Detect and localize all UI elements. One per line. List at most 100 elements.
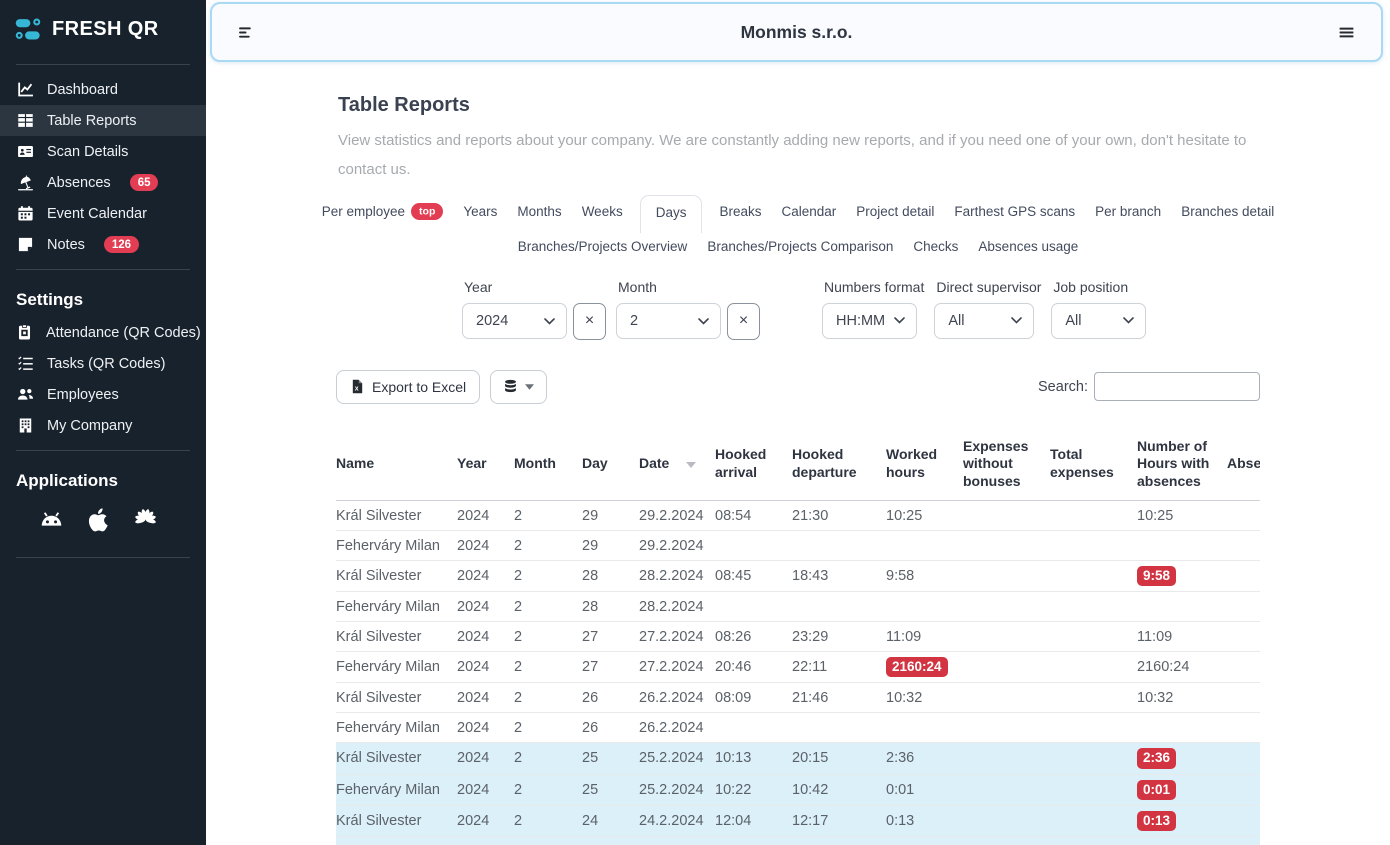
sidebar-item-label: Absences — [47, 175, 111, 191]
clear-filter-button[interactable]: × — [727, 303, 760, 340]
settings-heading: Settings — [0, 279, 206, 317]
column-header-absences[interactable]: Absences — [1227, 428, 1260, 501]
building-icon — [16, 417, 34, 434]
divider — [16, 269, 190, 270]
table-cell: 12:17 — [792, 805, 886, 836]
column-header-name[interactable]: Name — [336, 428, 457, 501]
export-to-excel-button[interactable]: x Export to Excel — [336, 370, 480, 404]
table-row: Král Silvester202422626.2.202408:0921:46… — [336, 683, 1260, 713]
table-cell — [639, 836, 715, 845]
table-cell: 2024 — [457, 501, 514, 531]
sidebar-item-dashboard[interactable]: Dashboard — [0, 74, 206, 105]
column-header-expenses-without-bonuses[interactable]: Expenses without bonuses — [963, 428, 1050, 501]
column-header-date[interactable]: Date — [639, 428, 715, 501]
sidebar-item-table-reports[interactable]: Table Reports — [0, 105, 206, 136]
tab-days[interactable]: Days — [640, 195, 703, 233]
table-cell: 25 — [582, 774, 639, 805]
table-cell: 0:13 — [886, 805, 963, 836]
table-cell — [963, 592, 1050, 622]
table-cell — [1050, 774, 1137, 805]
sidebar-item-scan-details[interactable]: Scan Details — [0, 136, 206, 167]
table-cell — [514, 836, 582, 845]
table-cell — [1227, 501, 1260, 531]
table-cell — [792, 531, 886, 561]
table-cell — [336, 836, 457, 845]
sidebar-item-tasks-qr-codes[interactable]: Tasks (QR Codes) — [0, 348, 206, 379]
applications-heading: Applications — [0, 460, 206, 498]
sidebar-item-event-calendar[interactable]: Event Calendar — [0, 198, 206, 229]
tabs-row1: Per employeetopYearsMonthsWeeksDaysBreak… — [336, 195, 1260, 228]
filter-select-numbers-format[interactable]: HH:MM — [822, 303, 917, 339]
tab-weeks[interactable]: Weeks — [579, 196, 626, 227]
filter-select-job-position[interactable]: All — [1051, 303, 1146, 339]
table-cell — [1050, 652, 1137, 683]
sidebar-item-notes[interactable]: Notes 126 — [0, 229, 206, 260]
tab-farthest-gps-scans[interactable]: Farthest GPS scans — [951, 196, 1078, 227]
table-row: Feherváry Milan202422727.2.202420:4622:1… — [336, 652, 1260, 683]
tab-checks[interactable]: Checks — [910, 231, 961, 262]
sidebar-item-absences[interactable]: Absences 65 — [0, 167, 206, 198]
table-cell: 24 — [582, 805, 639, 836]
select-value: 2 — [630, 313, 638, 329]
sidebar-item-attendance-qr-codes[interactable]: Attendance (QR Codes) — [0, 317, 206, 348]
tab-per-employee[interactable]: Per employeetop — [319, 196, 447, 227]
tab-branches-projects-overview[interactable]: Branches/Projects Overview — [515, 231, 691, 262]
select-value: All — [948, 313, 964, 329]
chevron-down-icon — [1123, 317, 1134, 324]
column-header-hooked-arrival[interactable]: Hooked arrival — [715, 428, 792, 501]
stream-icon[interactable] — [238, 24, 255, 41]
table-cell — [963, 561, 1050, 592]
table-row: Feherváry Milan202422626.2.2024 — [336, 713, 1260, 743]
sidebar-item-label: Attendance (QR Codes) — [46, 325, 201, 341]
sidebar-item-my-company[interactable]: My Company — [0, 410, 206, 441]
column-header-hooked-departure[interactable]: Hooked departure — [792, 428, 886, 501]
tab-absences-usage[interactable]: Absences usage — [975, 231, 1081, 262]
tab-months[interactable]: Months — [514, 196, 564, 227]
table-cell — [792, 713, 886, 743]
table-cell: 2024 — [457, 743, 514, 774]
table-cell: 08:54 — [715, 501, 792, 531]
column-header-number-of-hours-with-absences[interactable]: Number of Hours with absences — [1137, 428, 1227, 501]
toolbar: x Export to Excel Search: — [336, 370, 1260, 404]
android-icon[interactable] — [38, 506, 65, 538]
table-row — [336, 836, 1260, 845]
column-header-total-expenses[interactable]: Total expenses — [1050, 428, 1137, 501]
tab-project-detail[interactable]: Project detail — [853, 196, 937, 227]
table-cell: Král Silvester — [336, 743, 457, 774]
app-logo-text: FRESH QR — [52, 18, 159, 41]
tab-years[interactable]: Years — [460, 196, 500, 227]
table-cell: 22:11 — [792, 652, 886, 683]
table-cell: 2 — [514, 683, 582, 713]
menu-icon[interactable] — [1338, 24, 1355, 41]
export-button-label: Export to Excel — [372, 379, 466, 395]
filter-month: Month 2 × — [616, 279, 760, 340]
apple-icon[interactable] — [85, 506, 112, 538]
search-input[interactable] — [1094, 372, 1260, 401]
table-cell — [1227, 743, 1260, 774]
tab-per-branch[interactable]: Per branch — [1092, 196, 1164, 227]
content: Table Reports View statistics and report… — [336, 62, 1260, 845]
tab-calendar[interactable]: Calendar — [779, 196, 840, 227]
table-cell — [715, 531, 792, 561]
tab-branches-projects-comparison[interactable]: Branches/Projects Comparison — [704, 231, 896, 262]
table-cell: 10:22 — [715, 774, 792, 805]
tab-breaks[interactable]: Breaks — [716, 196, 764, 227]
sidebar-item-employees[interactable]: Employees — [0, 379, 206, 410]
tab-branches-detail[interactable]: Branches detail — [1178, 196, 1277, 227]
table-cell — [1050, 531, 1137, 561]
table-cell: 27.2.2024 — [639, 652, 715, 683]
table-cell — [792, 836, 886, 845]
filter-select-direct-supervisor[interactable]: All — [934, 303, 1034, 339]
huawei-icon[interactable] — [132, 506, 159, 538]
filter-select-year[interactable]: 2024 — [462, 303, 567, 339]
column-header-worked-hours[interactable]: Worked hours — [886, 428, 963, 501]
column-header-month[interactable]: Month — [514, 428, 582, 501]
table-cell: Feherváry Milan — [336, 531, 457, 561]
column-visibility-button[interactable] — [490, 370, 547, 404]
clear-filter-button[interactable]: × — [573, 303, 606, 340]
alert-badge: 0:13 — [1137, 811, 1176, 831]
sidebar-item-label: Employees — [47, 387, 119, 403]
column-header-year[interactable]: Year — [457, 428, 514, 501]
column-header-day[interactable]: Day — [582, 428, 639, 501]
filter-select-month[interactable]: 2 — [616, 303, 721, 339]
